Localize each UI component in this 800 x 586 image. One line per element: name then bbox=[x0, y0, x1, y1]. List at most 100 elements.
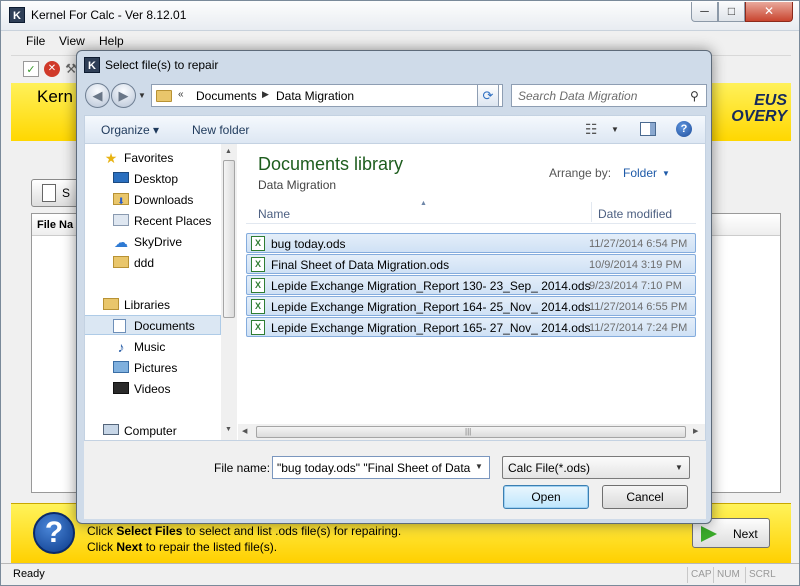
nav-pane-scrollbar[interactable]: ▲ ▼ bbox=[221, 144, 237, 440]
brand-logo-bottom: OVERY bbox=[731, 108, 787, 125]
file-name-input[interactable] bbox=[273, 457, 471, 478]
refresh-button[interactable]: ⟳ bbox=[477, 84, 499, 107]
file-type-value: Calc File(*.ods) bbox=[508, 461, 591, 475]
file-date: 11/27/2014 6:54 PM bbox=[589, 238, 688, 250]
column-header-name[interactable]: Name bbox=[258, 207, 290, 221]
nav-libraries[interactable]: Libraries bbox=[85, 295, 221, 315]
scroll-down-icon[interactable]: ▼ bbox=[225, 426, 232, 433]
dialog-body: ★ Favorites Desktop ⬇ Downloads Recent P… bbox=[84, 143, 706, 441]
breadcrumb-data-migration[interactable]: Data Migration bbox=[276, 89, 354, 103]
scroll-up-icon[interactable]: ▲ bbox=[225, 148, 232, 155]
chevron-down-icon[interactable]: ▼ bbox=[611, 125, 619, 134]
chevron-right-icon[interactable]: ▶ bbox=[262, 89, 269, 100]
file-list-col-name[interactable]: File Na bbox=[37, 219, 73, 231]
nav-ddd[interactable]: ddd bbox=[85, 253, 221, 273]
select-files-label: S bbox=[62, 186, 71, 200]
nav-music[interactable]: ♪ Music bbox=[85, 337, 221, 357]
music-icon: ♪ bbox=[117, 339, 125, 355]
stop-icon[interactable]: ✕ bbox=[44, 61, 60, 77]
menu-view[interactable]: View bbox=[59, 34, 85, 48]
nav-pictures[interactable]: Pictures bbox=[85, 358, 221, 378]
scrollbar-thumb[interactable] bbox=[223, 160, 235, 318]
computer-icon bbox=[103, 424, 119, 435]
breadcrumb-documents[interactable]: Documents bbox=[196, 89, 257, 103]
scroll-right-icon[interactable]: ▶ bbox=[693, 427, 698, 435]
chevron-down-icon[interactable]: ▼ bbox=[662, 169, 670, 178]
nav-computer[interactable]: Computer bbox=[85, 421, 221, 441]
open-button[interactable]: Open bbox=[503, 485, 589, 509]
file-name: bug today.ods bbox=[271, 237, 346, 251]
spreadsheet-file-icon: X bbox=[251, 257, 265, 272]
nav-recent-places[interactable]: Recent Places bbox=[85, 211, 221, 231]
nav-desktop[interactable]: Desktop bbox=[85, 169, 221, 189]
search-input[interactable] bbox=[512, 85, 688, 106]
recent-places-icon bbox=[113, 214, 129, 226]
dialog-navbar: ◀ ▶ ▼ « Documents ▶ Data Migration ▼ ⟳ ⚲ bbox=[83, 81, 707, 111]
column-header-date-modified[interactable]: Date modified bbox=[598, 207, 672, 221]
libraries-icon bbox=[103, 298, 119, 310]
downloads-folder-icon: ⬇ bbox=[113, 193, 129, 206]
status-scrl: SCRL bbox=[745, 567, 776, 583]
nav-downloads-label: Downloads bbox=[134, 193, 194, 207]
recent-locations-icon[interactable]: ▼ bbox=[138, 91, 146, 100]
file-date: 11/27/2014 6:55 PM bbox=[589, 301, 688, 313]
brand-logo: EUS OVERY bbox=[711, 93, 787, 129]
nav-downloads[interactable]: ⬇ Downloads bbox=[85, 190, 221, 210]
file-row[interactable]: X Lepide Exchange Migration_Report 164- … bbox=[246, 296, 696, 316]
preview-pane-icon[interactable] bbox=[640, 122, 656, 136]
scroll-left-icon[interactable]: ◀ bbox=[242, 427, 247, 435]
column-headers: Name ▲ Date modified bbox=[246, 200, 696, 224]
file-name: Lepide Exchange Migration_Report 165- 27… bbox=[271, 321, 591, 335]
status-num: NUM bbox=[713, 567, 740, 583]
file-row[interactable]: X bug today.ods 11/27/2014 6:54 PM bbox=[246, 233, 696, 253]
folder-icon bbox=[156, 90, 172, 102]
dialog-title: Select file(s) to repair bbox=[105, 58, 219, 72]
search-box: ⚲ bbox=[511, 84, 707, 107]
nav-videos-label: Videos bbox=[134, 382, 171, 396]
help-icon[interactable]: ? bbox=[676, 121, 692, 137]
search-icon[interactable]: ⚲ bbox=[690, 89, 699, 103]
maximize-button[interactable]: □ bbox=[718, 2, 745, 22]
close-button[interactable]: ✕ bbox=[745, 2, 793, 22]
file-type-select[interactable]: Calc File(*.ods) ▼ bbox=[502, 456, 690, 479]
new-folder-button[interactable]: New folder bbox=[192, 123, 249, 137]
documents-icon bbox=[113, 319, 126, 333]
cancel-button[interactable]: Cancel bbox=[602, 485, 688, 509]
menu-help[interactable]: Help bbox=[99, 34, 124, 48]
nav-computer-label: Computer bbox=[124, 424, 177, 438]
nav-libraries-label: Libraries bbox=[124, 298, 171, 312]
videos-icon bbox=[113, 382, 129, 394]
nav-skydrive-label: SkyDrive bbox=[134, 235, 183, 249]
arrange-by-select[interactable]: Folder bbox=[623, 166, 657, 180]
chevron-double-left-icon[interactable]: « bbox=[178, 89, 184, 100]
library-title: Documents library bbox=[258, 154, 404, 174]
nav-skydrive[interactable]: ☁ SkyDrive bbox=[85, 232, 221, 252]
address-bar[interactable]: « Documents ▶ Data Migration ▼ bbox=[151, 84, 503, 107]
navigation-pane: ★ Favorites Desktop ⬇ Downloads Recent P… bbox=[85, 144, 237, 440]
help-icon[interactable]: ? bbox=[33, 512, 75, 554]
footer-instruction-1: Click Select Files to select and list .o… bbox=[87, 524, 402, 538]
forward-button[interactable]: ▶ bbox=[111, 83, 136, 108]
nav-favorites[interactable]: ★ Favorites bbox=[85, 148, 221, 168]
brand-logo-top: EUS bbox=[754, 92, 787, 109]
file-row[interactable]: X Lepide Exchange Migration_Report 165- … bbox=[246, 317, 696, 337]
organize-button[interactable]: Organize ▾ bbox=[101, 123, 159, 137]
nav-videos[interactable]: Videos bbox=[85, 379, 221, 399]
dialog-footer: File name: ▼ Calc File(*.ods) ▼ Open Can… bbox=[84, 441, 706, 519]
check-icon[interactable]: ✓ bbox=[23, 61, 39, 77]
back-button[interactable]: ◀ bbox=[85, 83, 110, 108]
scrollbar-thumb[interactable]: ||| bbox=[256, 426, 686, 438]
chevron-down-icon[interactable]: ▼ bbox=[475, 462, 483, 471]
column-divider[interactable] bbox=[591, 202, 592, 222]
minimize-button[interactable]: ─ bbox=[691, 2, 718, 22]
file-name: Lepide Exchange Migration_Report 130- 23… bbox=[271, 279, 591, 293]
horizontal-scrollbar[interactable]: ◀ ||| ▶ bbox=[238, 424, 705, 440]
menu-file[interactable]: File bbox=[26, 34, 45, 48]
app-title: Kernel For Calc - Ver 8.12.01 bbox=[31, 8, 187, 22]
views-icon[interactable]: ☷ bbox=[585, 121, 598, 138]
file-row[interactable]: X Final Sheet of Data Migration.ods 10/9… bbox=[246, 254, 696, 274]
nav-documents[interactable]: Documents bbox=[85, 315, 221, 335]
file-name: Final Sheet of Data Migration.ods bbox=[271, 258, 450, 272]
file-row[interactable]: X Lepide Exchange Migration_Report 130- … bbox=[246, 275, 696, 295]
file-date: 11/27/2014 7:24 PM bbox=[589, 322, 688, 334]
